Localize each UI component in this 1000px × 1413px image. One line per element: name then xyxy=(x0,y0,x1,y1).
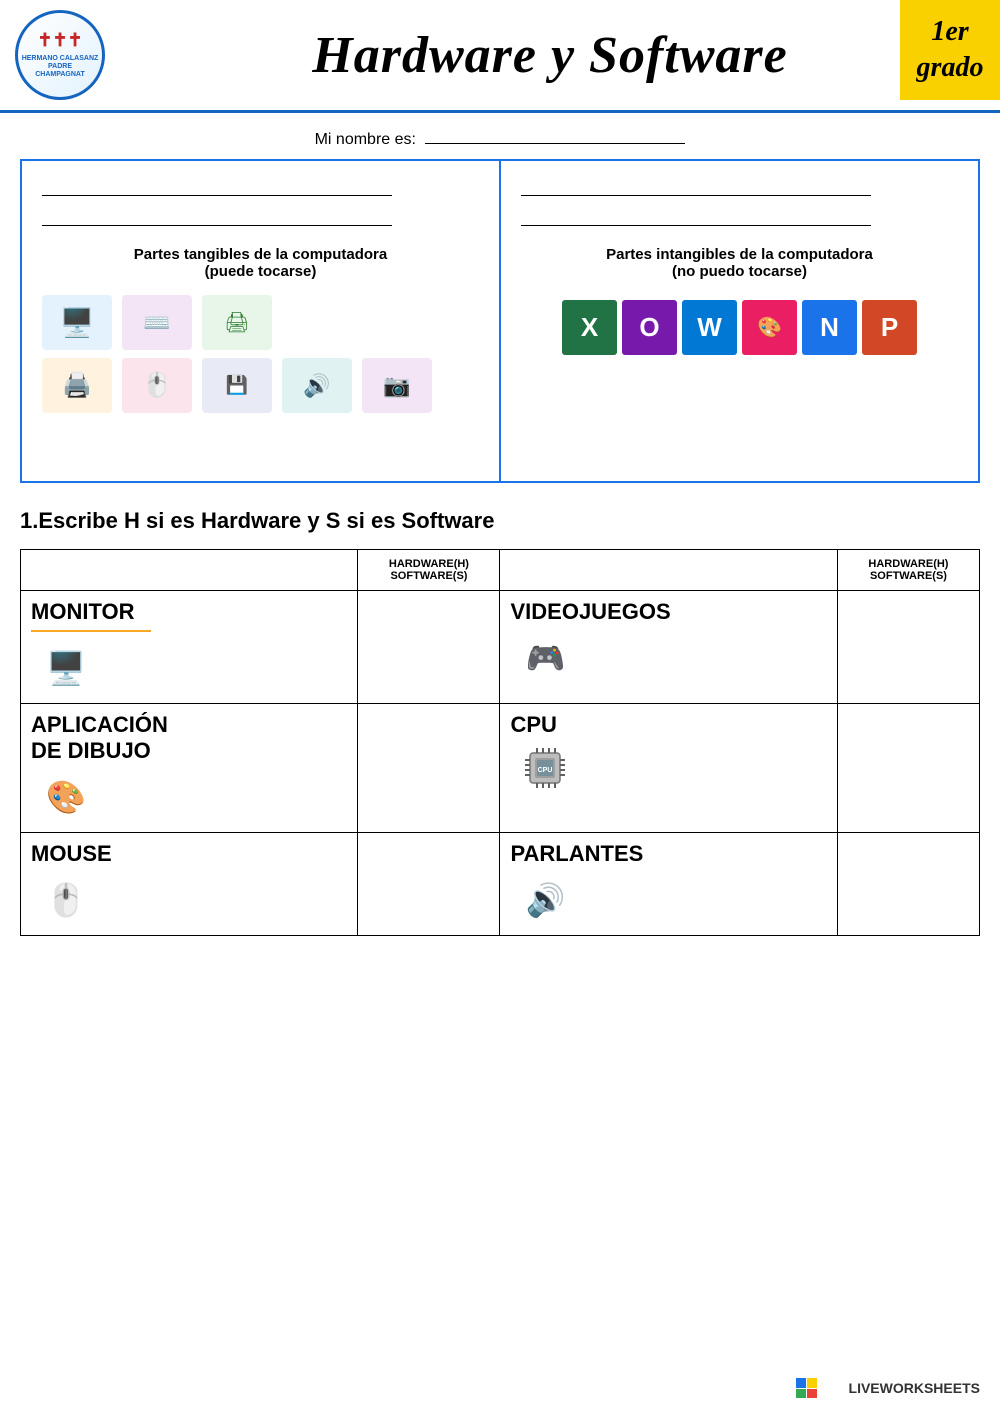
table-row: APLICACIÓNDE DIBUJO 🎨 CPU CPU xyxy=(21,704,980,833)
cpu-image: CPU xyxy=(510,743,580,798)
outlook-icon: W xyxy=(682,300,737,355)
sdcard-icon: 💾 xyxy=(202,358,272,413)
cpu-cell: CPU CPU xyxy=(500,704,837,833)
mouse-image: 🖱️ xyxy=(31,872,101,927)
monitor-label: MONITOR xyxy=(31,599,347,625)
name-label: Mi nombre es: xyxy=(315,131,421,148)
svg-text:CPU: CPU xyxy=(538,767,553,774)
school-logo: ✝✝✝ HERMANO CALASANZ PADRE CHAMPAGNAT xyxy=(15,10,115,100)
col-right-answer-header: HARDWARE(H)SOFTWARE(S) xyxy=(837,550,979,591)
name-input-line xyxy=(425,143,685,144)
parlantes-cell: PARLANTES 🔊 xyxy=(500,833,837,936)
software-section: Partes intangibles de la computadora(no … xyxy=(501,161,978,481)
table-row: MONITOR 🖥️ VIDEOJUEGOS 🎮 xyxy=(21,591,980,704)
col-right-item xyxy=(500,550,837,591)
excel-icon: X xyxy=(562,300,617,355)
videojuegos-label: VIDEOJUEGOS xyxy=(510,599,826,625)
parlantes-image: 🔊 xyxy=(510,872,580,927)
dibujo-label: APLICACIÓNDE DIBUJO xyxy=(31,712,347,764)
onenote-icon: O xyxy=(622,300,677,355)
col-left-answer-header: HARDWARE(H)SOFTWARE(S) xyxy=(358,550,500,591)
mouse-cell: MOUSE 🖱️ xyxy=(21,833,358,936)
exercise-1-title: 1.Escribe H si es Hardware y S si es Sof… xyxy=(20,508,980,534)
videojuegos-image: 🎮 xyxy=(510,630,580,685)
blank-lines-left xyxy=(42,176,479,226)
blank-line-1 xyxy=(42,176,392,196)
dibujo-answer[interactable] xyxy=(358,704,500,833)
hw-table: HARDWARE(H)SOFTWARE(S) HARDWARE(H)SOFTWA… xyxy=(20,549,980,936)
monitor-image: 🖥️ xyxy=(31,640,101,695)
liveworksheets-logo-svg xyxy=(796,1378,841,1398)
dibujo-cell: APLICACIÓNDE DIBUJO 🎨 xyxy=(21,704,358,833)
software-images: X O W 🎨 N P xyxy=(521,300,958,355)
dibujo-image: 🎨 xyxy=(31,769,101,824)
blank-line-3 xyxy=(521,176,871,196)
page-header: ✝✝✝ HERMANO CALASANZ PADRE CHAMPAGNAT Ha… xyxy=(0,0,1000,113)
top-content-box: Partes tangibles de la computadora(puede… xyxy=(20,159,980,483)
grade-badge: 1ergrado xyxy=(900,0,1000,100)
printer-icon: 🖨️ xyxy=(42,358,112,413)
cpu-answer[interactable] xyxy=(837,704,979,833)
videojuegos-answer[interactable] xyxy=(837,591,979,704)
blank-line-4 xyxy=(521,206,871,226)
blank-lines-right xyxy=(521,176,958,226)
footer: LIVEWORKSHEETS xyxy=(796,1378,980,1398)
paint-icon: 🎨 xyxy=(742,300,797,355)
hardware-section: Partes tangibles de la computadora(puede… xyxy=(22,161,501,481)
mouse-label: MOUSE xyxy=(31,841,347,867)
grade-text: 1ergrado xyxy=(917,14,984,87)
table-row: MOUSE 🖱️ PARLANTES 🔊 xyxy=(21,833,980,936)
hardware-title: Partes tangibles de la computadora(puede… xyxy=(42,246,479,280)
keyboard-icon: ⌨️ xyxy=(122,295,192,350)
hardware-images: 🖥️ ⌨️ 🖨 🖨️ 🖱️ 💾 🔊 📷 xyxy=(42,295,479,413)
liveworksheets-text: LIVEWORKSHEETS xyxy=(849,1380,980,1396)
liveworksheets-logo xyxy=(796,1378,841,1398)
exercise-1-section: 1.Escribe H si es Hardware y S si es Sof… xyxy=(20,508,980,936)
monitor-cell: MONITOR 🖥️ xyxy=(21,591,358,704)
blank-line-2 xyxy=(42,206,392,226)
monitor-answer[interactable] xyxy=(358,591,500,704)
cpu-svg: CPU xyxy=(515,743,575,798)
table-header-row: HARDWARE(H)SOFTWARE(S) HARDWARE(H)SOFTWA… xyxy=(21,550,980,591)
monitor-underline xyxy=(31,630,151,632)
hardware-row-2: 🖨️ 🖱️ 💾 🔊 📷 xyxy=(42,358,479,413)
page-title: Hardware y Software xyxy=(312,27,787,84)
mouse-answer[interactable] xyxy=(358,833,500,936)
notepad-icon: N xyxy=(802,300,857,355)
powerpoint-icon: P xyxy=(862,300,917,355)
col-left-item xyxy=(21,550,358,591)
monitor-icon: 🖥️ xyxy=(42,295,112,350)
scanner-icon: 🖨 xyxy=(202,295,272,350)
hardware-row-1: 🖥️ ⌨️ 🖨 xyxy=(42,295,479,350)
cpu-label: CPU xyxy=(510,712,826,738)
parlantes-label: PARLANTES xyxy=(510,841,826,867)
software-title: Partes intangibles de la computadora(no … xyxy=(521,246,958,280)
title-area: Hardware y Software xyxy=(115,26,985,85)
parlantes-answer[interactable] xyxy=(837,833,979,936)
mouse-icon: 🖱️ xyxy=(122,358,192,413)
speaker-icon: 🔊 xyxy=(282,358,352,413)
name-section: Mi nombre es: xyxy=(0,113,1000,159)
videojuegos-cell: VIDEOJUEGOS 🎮 xyxy=(500,591,837,704)
webcam-icon: 📷 xyxy=(362,358,432,413)
